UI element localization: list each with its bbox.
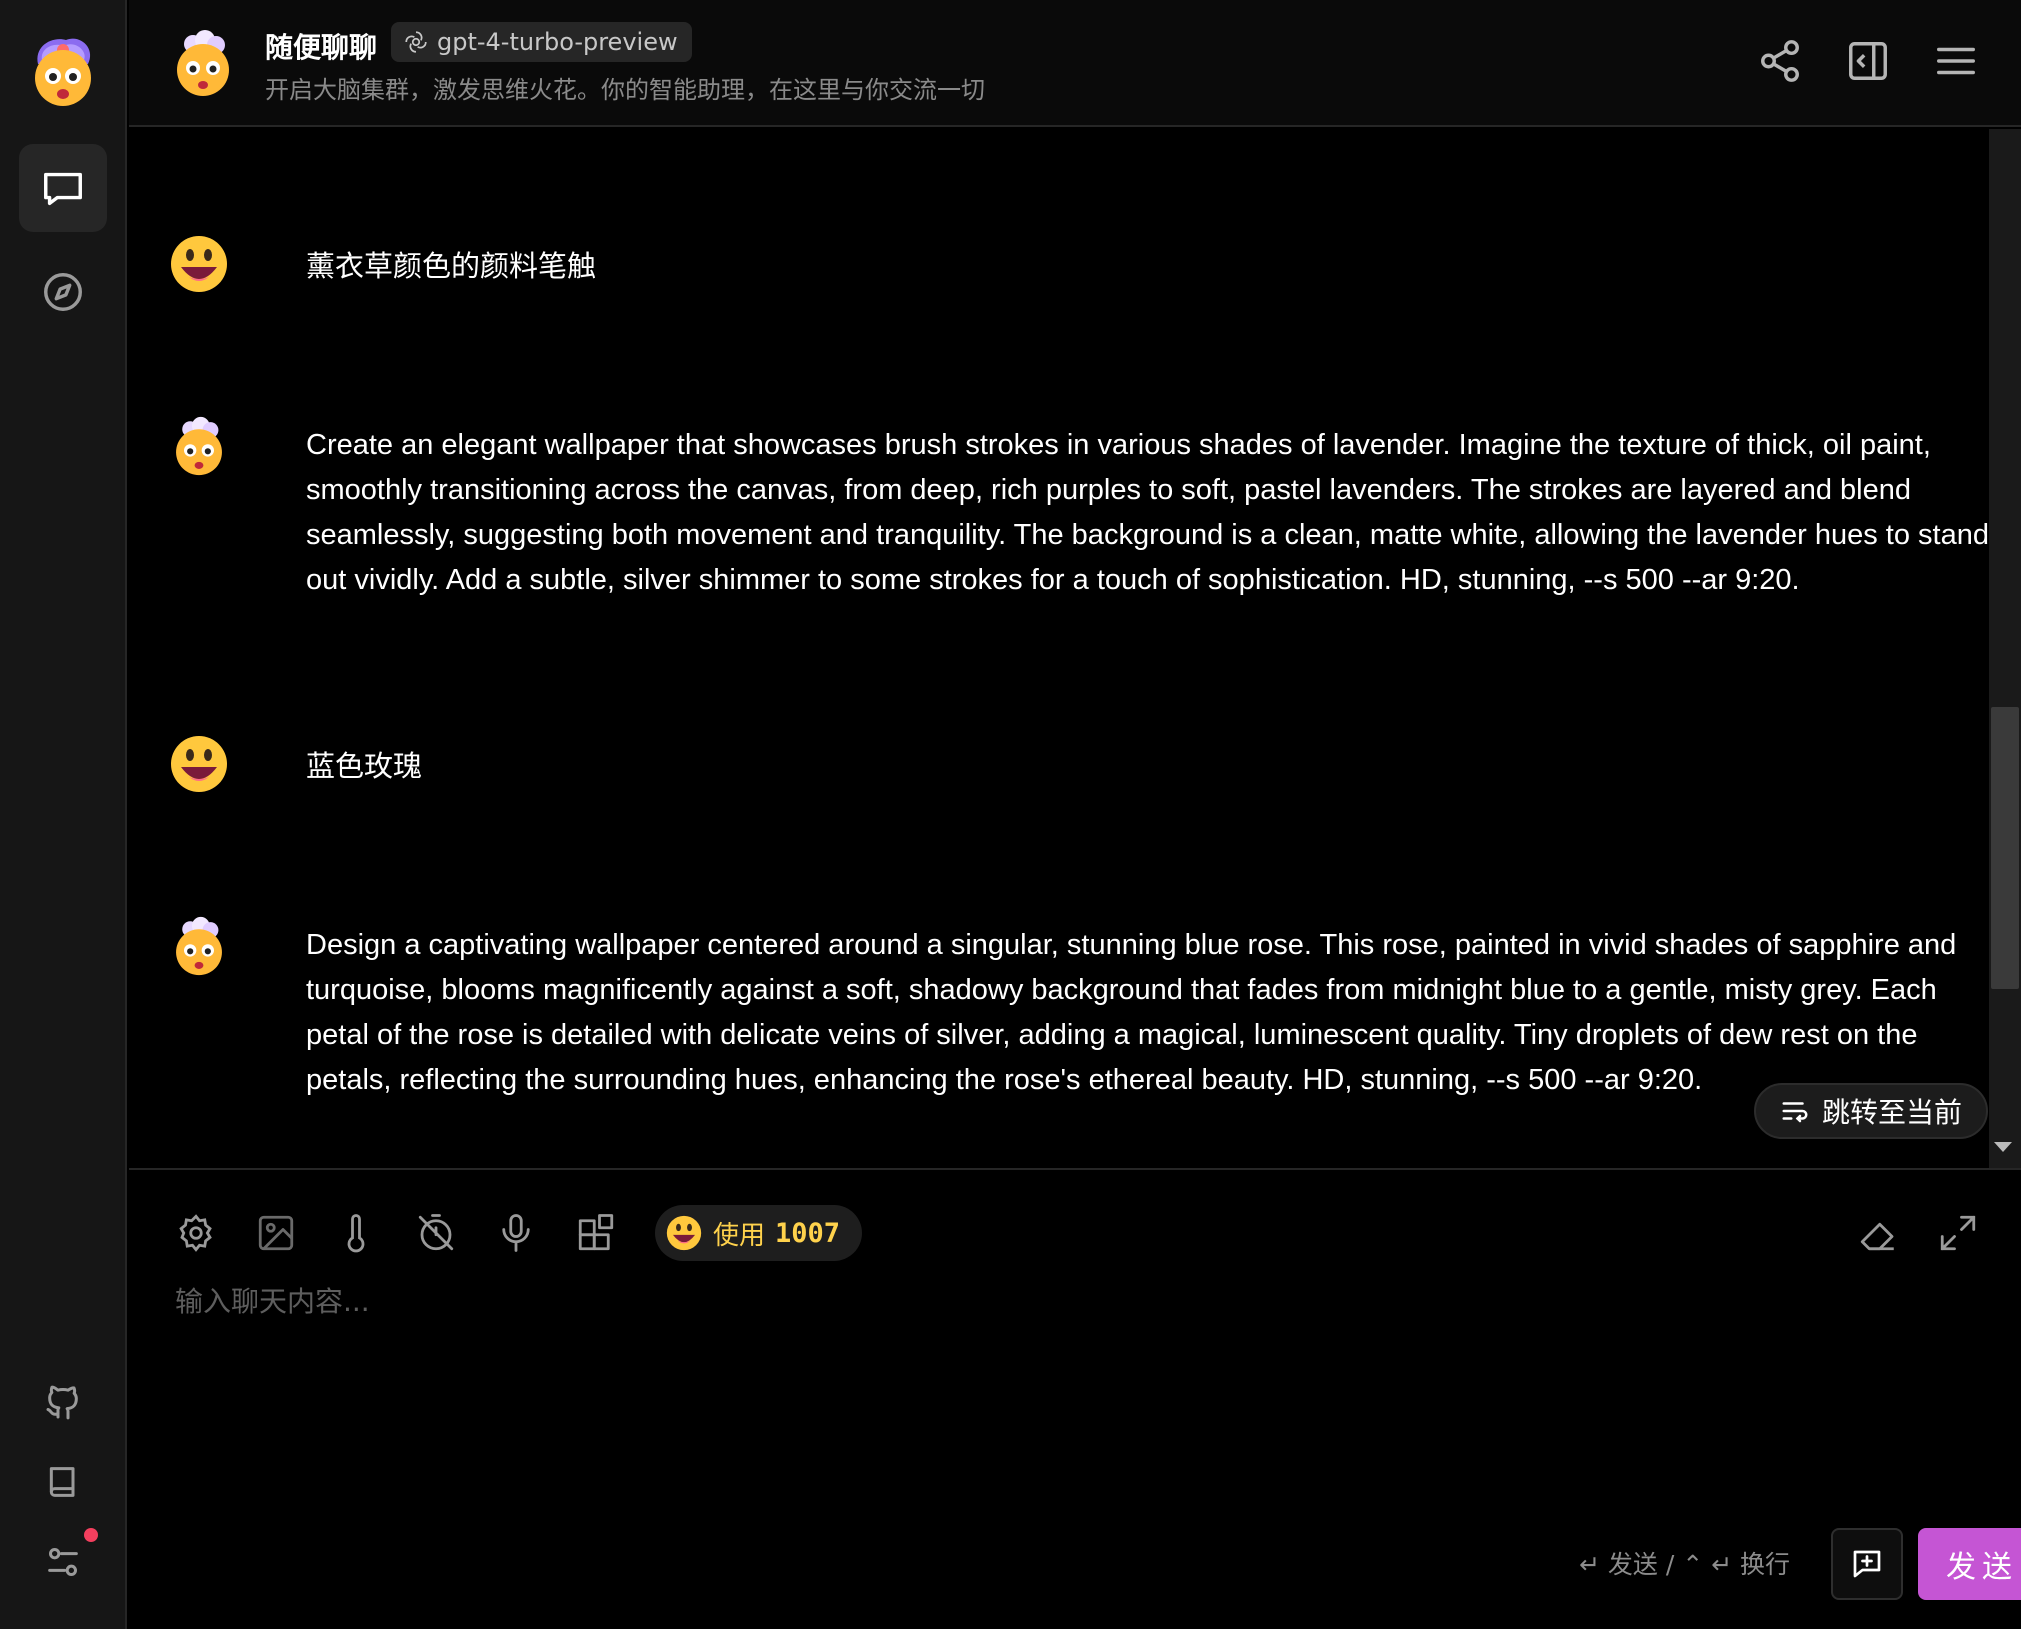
openai-icon — [405, 31, 427, 53]
assistant-avatar — [176, 916, 222, 976]
share-icon — [1761, 40, 1799, 82]
clear-context-button[interactable] — [1853, 1208, 1903, 1258]
message-plus-icon — [1853, 1550, 1881, 1578]
sidebar — [0, 0, 127, 1629]
usage-count: 1007 — [775, 1217, 841, 1249]
chat-scrollbar[interactable] — [1989, 129, 2021, 1168]
user-avatar — [171, 736, 227, 792]
scrollbar-thumb[interactable] — [1991, 707, 2019, 989]
panel-left-icon — [1849, 42, 1887, 80]
chat-input-area: 使用 1007 ↵ 发送 / ⌃ ↵ 换行 发送 — [129, 1168, 2021, 1629]
scroll-down-arrow-icon[interactable] — [1994, 1142, 2012, 1152]
conversation-subtitle: 开启大脑集群，激发思维火花。你的智能助理，在这里与你交流一切 — [265, 76, 985, 104]
temperature-button[interactable] — [331, 1208, 381, 1258]
agent-avatar[interactable] — [169, 28, 237, 98]
user-avatar — [171, 236, 227, 292]
message-text: Create an elegant wallpaper that showcas… — [306, 429, 1989, 596]
maximize-icon — [1940, 1215, 1976, 1251]
message-text: Design a captivating wallpaper centered … — [306, 929, 1957, 1096]
docs-button[interactable] — [19, 1438, 107, 1526]
send-button[interactable]: 发送 — [1918, 1528, 2021, 1600]
eraser-icon — [1860, 1222, 1894, 1251]
blocks-icon — [578, 1214, 614, 1251]
list-end-icon — [1782, 1102, 1808, 1123]
chat-nav-button[interactable] — [19, 144, 107, 232]
github-button[interactable] — [19, 1358, 107, 1446]
message-text: 蓝色玫瑰 — [306, 751, 423, 783]
model-settings-button[interactable] — [171, 1208, 221, 1258]
toggle-panel-button[interactable] — [1843, 36, 1893, 86]
timer-off-icon — [418, 1214, 454, 1251]
notification-dot — [84, 1528, 98, 1542]
jump-to-latest-button[interactable]: 跳转至当前 — [1754, 1083, 1988, 1139]
history-limit-button[interactable] — [411, 1208, 461, 1258]
voice-input-button[interactable] — [491, 1208, 541, 1258]
model-tag[interactable]: gpt-4-turbo-preview — [391, 22, 692, 62]
app-logo[interactable] — [28, 34, 98, 110]
hamburger-icon — [1937, 47, 1975, 75]
message-list[interactable]: 薰衣草颜色的颜料笔触 Create an elegant wallpaper t… — [129, 129, 1989, 1168]
sliders-icon — [48, 1548, 78, 1576]
thermometer-icon — [347, 1214, 365, 1253]
compass-icon — [44, 273, 82, 311]
chat-input[interactable] — [175, 1280, 1975, 1430]
model-name: gpt-4-turbo-preview — [437, 28, 678, 56]
usage-label: 使用 — [713, 1220, 766, 1251]
discover-nav-button[interactable] — [19, 248, 107, 336]
github-icon — [46, 1385, 78, 1420]
token-usage-badge[interactable]: 使用 1007 — [655, 1205, 862, 1261]
microphone-icon — [502, 1214, 530, 1252]
plugins-button[interactable] — [571, 1208, 621, 1258]
expand-input-button[interactable] — [1933, 1208, 1983, 1258]
menu-button[interactable] — [1931, 36, 1981, 86]
message-text: 薰衣草颜色的颜料笔触 — [306, 251, 597, 283]
assistant-avatar — [176, 416, 222, 476]
upload-image-button[interactable] — [251, 1208, 301, 1258]
send-hint: ↵ 发送 / ⌃ ↵ 换行 — [1579, 1550, 1790, 1579]
conversation-title: 随便聊聊 — [265, 31, 378, 64]
book-icon — [49, 1467, 75, 1497]
chat-header: 随便聊聊 gpt-4-turbo-preview 开启大脑集群，激发思维火花。你… — [129, 0, 2021, 127]
share-button[interactable] — [1755, 36, 1805, 86]
new-topic-button[interactable] — [1831, 1528, 1903, 1600]
chat-bubble-icon — [44, 172, 82, 206]
image-icon — [258, 1215, 294, 1251]
jump-label: 跳转至当前 — [1821, 1096, 1962, 1129]
brain-icon — [179, 1214, 212, 1252]
user-avatar-small — [666, 1215, 702, 1251]
